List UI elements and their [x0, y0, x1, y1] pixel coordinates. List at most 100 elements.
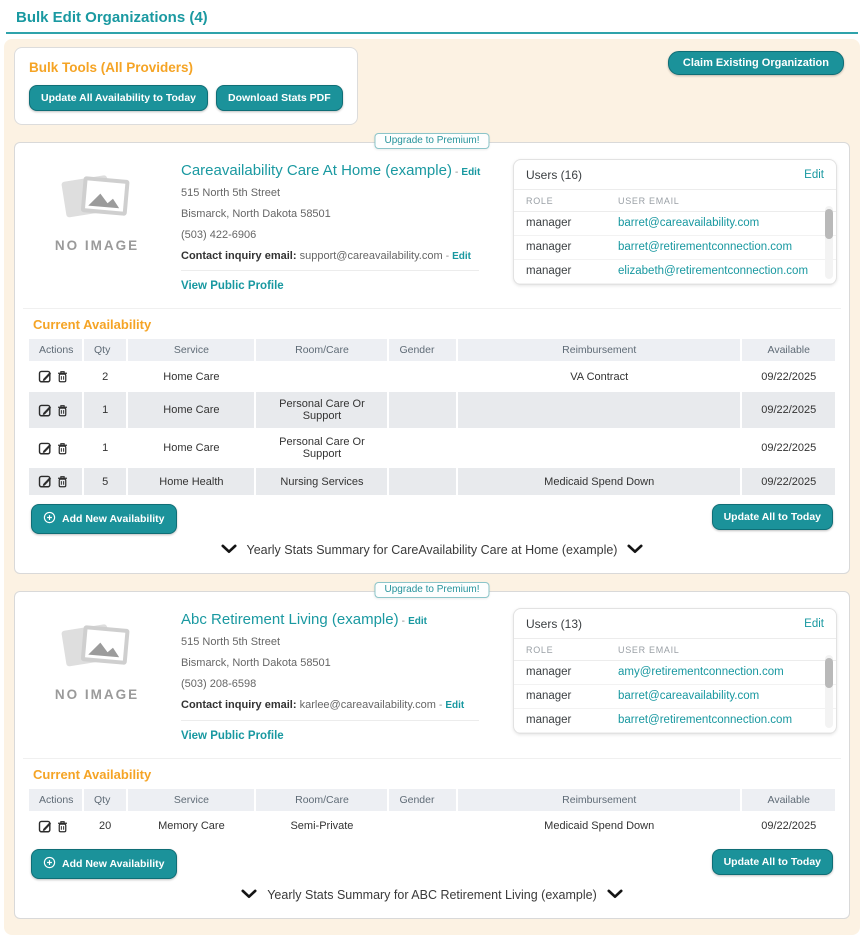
contact-email-edit-link[interactable]: Edit — [445, 700, 464, 711]
separator-dash: - — [439, 700, 442, 711]
users-row: manager barret@retirementconnection.com — [514, 709, 836, 733]
user-role: manager — [526, 690, 618, 702]
trash-icon[interactable] — [56, 369, 69, 384]
cell-available: 09/22/2025 — [741, 467, 835, 495]
contact-email-value: support@careavailability.com — [300, 250, 443, 262]
trash-icon[interactable] — [56, 819, 69, 834]
col-qty: Qty — [83, 789, 127, 812]
upgrade-premium-badge[interactable]: Upgrade to Premium! — [374, 133, 489, 149]
page-header: Bulk Edit Organizations (4) — [0, 0, 864, 32]
yearly-stats-toggle[interactable]: Yearly Stats Summary for CareAvailabilit… — [29, 534, 835, 565]
chevron-down-icon[interactable] — [221, 543, 237, 557]
cell-gender — [388, 467, 457, 495]
col-available: Available — [741, 339, 835, 362]
organization-name: Careavailability Care At Home (example) — [181, 162, 452, 179]
user-email-link[interactable]: amy@retirementconnection.com — [618, 666, 784, 678]
chevron-down-icon[interactable] — [607, 888, 623, 902]
update-all-to-today-button[interactable]: Update All to Today — [712, 849, 833, 875]
edit-icon[interactable] — [38, 474, 53, 489]
trash-icon[interactable] — [56, 474, 69, 489]
cell-qty: 1 — [83, 391, 127, 429]
user-email-link[interactable]: barret@retirementconnection.com — [618, 241, 792, 253]
organization-name: Abc Retirement Living (example) — [181, 611, 399, 628]
cell-qty: 5 — [83, 467, 127, 495]
no-image-label: NO IMAGE — [33, 687, 161, 702]
users-list: manager barret@careavailability.com mana… — [514, 212, 836, 284]
view-public-profile-link[interactable]: View Public Profile — [181, 726, 284, 748]
trash-icon[interactable] — [56, 441, 69, 456]
organization-edit-link[interactable]: Edit — [461, 167, 480, 178]
users-col-email: USER EMAIL — [618, 645, 680, 655]
no-image-placeholder: NO IMAGE — [33, 608, 161, 747]
cell-room-care: Nursing Services — [255, 467, 388, 495]
contact-email-label: Contact inquiry email: — [181, 699, 297, 711]
users-row: manager barret@careavailability.com — [514, 685, 836, 709]
user-email-link[interactable]: elizabeth@retirementconnection.com — [618, 265, 808, 277]
availability-header-row: Actions Qty Service Room/Care Gender Rei… — [29, 789, 835, 812]
users-edit-link[interactable]: Edit — [804, 618, 824, 630]
col-gender: Gender — [388, 789, 457, 812]
contact-email-value: karlee@careavailability.com — [300, 699, 436, 711]
edit-icon[interactable] — [38, 819, 53, 834]
cell-gender — [388, 362, 457, 391]
col-actions: Actions — [29, 339, 83, 362]
add-new-availability-button[interactable]: Add New Availability — [31, 849, 177, 879]
users-scrollbar-thumb[interactable] — [825, 209, 833, 239]
title-divider — [6, 32, 858, 34]
cell-available: 09/22/2025 — [741, 812, 835, 840]
cell-reimbursement: Medicaid Spend Down — [457, 812, 742, 840]
separator-dash: - — [455, 167, 458, 178]
users-row: manager barret@retirementconnection.com — [514, 236, 836, 260]
cell-service: Home Care — [127, 391, 255, 429]
col-actions: Actions — [29, 789, 83, 812]
upgrade-premium-badge[interactable]: Upgrade to Premium! — [374, 582, 489, 598]
edit-icon[interactable] — [38, 441, 53, 456]
view-public-profile-link[interactable]: View Public Profile — [181, 276, 284, 298]
yearly-stats-label: Yearly Stats Summary for ABC Retirement … — [267, 888, 597, 902]
user-email-link[interactable]: barret@careavailability.com — [618, 217, 759, 229]
add-new-availability-button[interactable]: Add New Availability — [31, 504, 177, 534]
edit-icon[interactable] — [38, 403, 53, 418]
organization-edit-link[interactable]: Edit — [408, 616, 427, 627]
cell-room-care — [255, 362, 388, 391]
user-role: manager — [526, 714, 618, 726]
user-email-link[interactable]: barret@careavailability.com — [618, 690, 759, 702]
users-scrollbar-track[interactable] — [825, 206, 833, 279]
image-placeholder-icon — [49, 216, 145, 233]
update-all-to-today-button[interactable]: Update All to Today — [712, 504, 833, 530]
users-row: manager barret@careavailability.com — [514, 212, 836, 236]
main-panel: Bulk Tools (All Providers) Update All Av… — [4, 39, 860, 935]
users-scrollbar-track[interactable] — [825, 655, 833, 728]
cell-room-care: Semi-Private — [255, 812, 388, 840]
availability-row: 1 Home Care Personal Care Or Support 09/… — [29, 391, 835, 429]
current-availability-title: Current Availability — [33, 767, 835, 782]
users-panel: Users (16) Edit ROLE USER EMAIL manager … — [513, 159, 837, 285]
col-reimbursement: Reimbursement — [457, 789, 742, 812]
users-row: manager elizabeth@retirementconnection.c… — [514, 260, 836, 284]
col-service: Service — [127, 789, 255, 812]
chevron-down-icon[interactable] — [241, 888, 257, 902]
address-line-1: 515 North 5th Street — [181, 632, 493, 653]
cell-reimbursement — [457, 429, 742, 467]
users-scrollbar-thumb[interactable] — [825, 658, 833, 688]
cell-available: 09/22/2025 — [741, 362, 835, 391]
no-image-label: NO IMAGE — [33, 238, 161, 253]
add-new-availability-label: Add New Availability — [62, 858, 165, 870]
users-col-role: ROLE — [526, 196, 618, 206]
contact-email-edit-link[interactable]: Edit — [452, 251, 471, 262]
col-room-care: Room/Care — [255, 339, 388, 362]
cell-service: Home Care — [127, 362, 255, 391]
update-all-availability-button[interactable]: Update All Availability to Today — [29, 85, 208, 111]
user-role: manager — [526, 241, 618, 253]
chevron-down-icon[interactable] — [627, 543, 643, 557]
users-panel: Users (13) Edit ROLE USER EMAIL manager … — [513, 608, 837, 734]
yearly-stats-toggle[interactable]: Yearly Stats Summary for ABC Retirement … — [29, 879, 835, 910]
edit-icon[interactable] — [38, 369, 53, 384]
separator-dash: - — [402, 616, 405, 627]
users-edit-link[interactable]: Edit — [804, 169, 824, 181]
user-email-link[interactable]: barret@retirementconnection.com — [618, 714, 792, 726]
download-stats-pdf-button[interactable]: Download Stats PDF — [216, 85, 343, 111]
users-row: manager amy@retirementconnection.com — [514, 661, 836, 685]
claim-existing-organization-button[interactable]: Claim Existing Organization — [668, 51, 844, 75]
trash-icon[interactable] — [56, 403, 69, 418]
